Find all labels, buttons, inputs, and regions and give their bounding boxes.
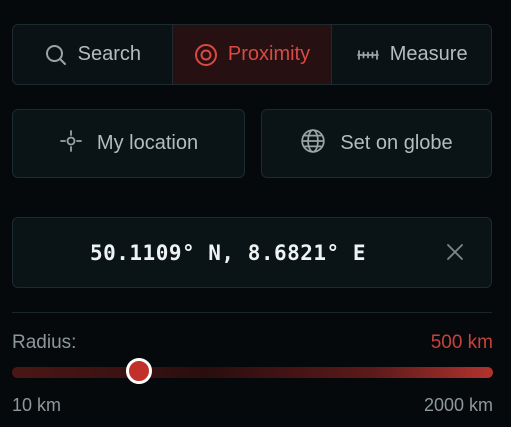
set-on-globe-label: Set on globe <box>340 132 453 154</box>
crosshair-icon <box>59 129 83 159</box>
slider-track[interactable] <box>12 367 493 378</box>
tab-proximity[interactable]: Proximity <box>171 25 332 84</box>
proximity-panel: Search Proximity Measure My location Set… <box>0 0 511 427</box>
radius-slider[interactable] <box>12 358 493 388</box>
close-icon <box>445 244 465 266</box>
slider-min-label: 10 km <box>12 395 62 415</box>
tab-search[interactable]: Search <box>13 25 172 84</box>
ruler-icon <box>356 43 380 67</box>
my-location-label: My location <box>96 132 199 154</box>
radius-value: 500 km <box>430 332 493 353</box>
tab-search-label: Search <box>77 43 142 65</box>
tab-measure-label: Measure <box>389 43 468 65</box>
tab-measure[interactable]: Measure <box>331 25 491 84</box>
target-icon <box>194 43 218 67</box>
set-on-globe-button[interactable]: Set on globe <box>261 109 492 178</box>
coordinates-field[interactable]: 50.1109° N, 8.6821° E <box>12 217 492 288</box>
coordinates-value: 50.1109° N, 8.6821° E <box>89 240 366 265</box>
search-icon <box>44 43 68 67</box>
mode-tabs: Search Proximity Measure <box>12 24 492 85</box>
tab-proximity-label: Proximity <box>227 43 311 65</box>
my-location-button[interactable]: My location <box>12 109 245 178</box>
globe-icon <box>300 128 326 160</box>
divider <box>12 312 492 313</box>
radius-label: Radius: <box>12 332 77 353</box>
slider-max-label: 2000 km <box>423 395 493 415</box>
clear-coordinates-button[interactable] <box>445 242 465 262</box>
slider-thumb[interactable] <box>125 358 152 384</box>
